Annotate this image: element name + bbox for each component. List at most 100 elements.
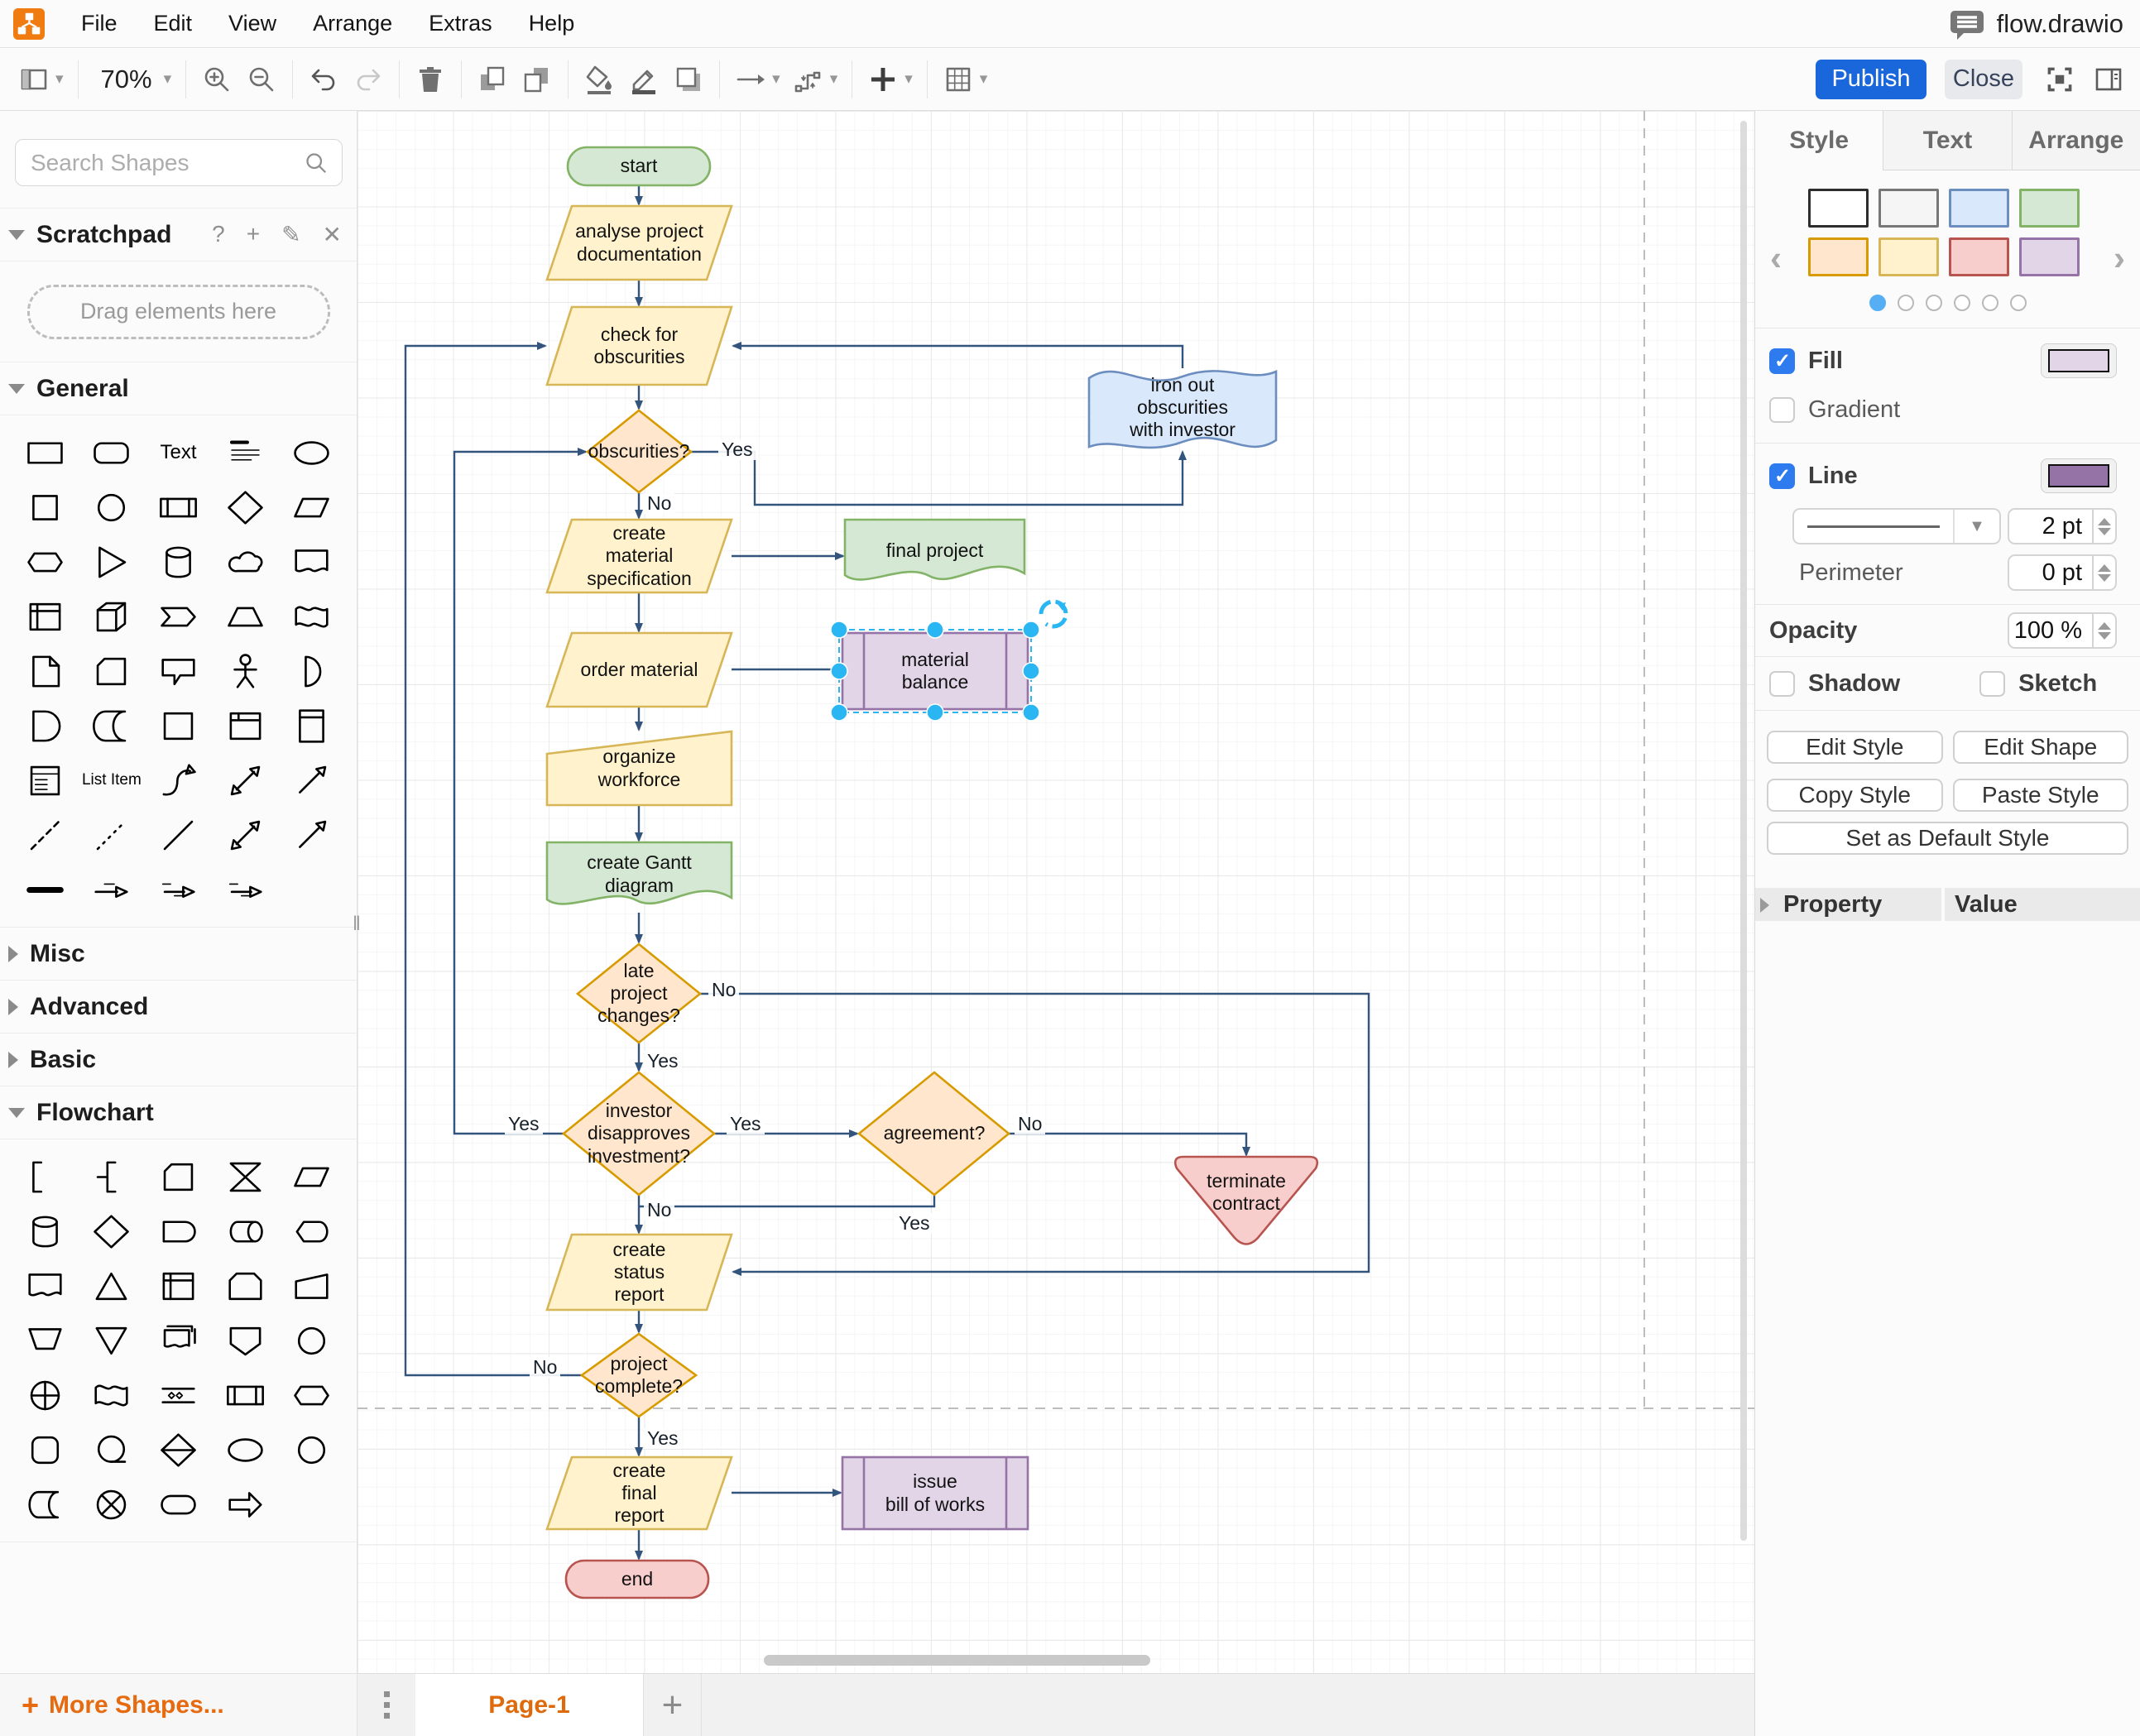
shape-direct-data[interactable] xyxy=(212,1204,279,1259)
shape-terminator[interactable] xyxy=(145,1477,212,1532)
node-label-iron-out[interactable]: iron out obscurities with investor xyxy=(1089,368,1276,447)
to-front-button[interactable] xyxy=(476,63,509,96)
line-width-input[interactable] xyxy=(2008,508,2094,544)
shape-parallelogram[interactable] xyxy=(278,480,345,535)
shape-rounded-rectangle[interactable] xyxy=(79,425,146,480)
shape-arrow-with-label[interactable] xyxy=(79,862,146,917)
shadow-button[interactable] xyxy=(672,63,705,96)
shape-cube[interactable] xyxy=(79,589,146,644)
node-label-start[interactable]: start xyxy=(568,147,710,185)
undo-button[interactable] xyxy=(307,63,340,96)
shape-diamond[interactable] xyxy=(212,480,279,535)
shape-bidirectional-arrow[interactable] xyxy=(212,753,279,808)
add-page-button[interactable]: + xyxy=(644,1674,702,1736)
edge-obscurities-yes-ironout[interactable] xyxy=(691,450,1187,506)
preset-swatch-purple[interactable] xyxy=(2019,237,2080,276)
preset-swatch-white[interactable] xyxy=(1808,189,1869,228)
shape-predefined-process[interactable] xyxy=(212,1368,279,1422)
shape-line[interactable] xyxy=(145,808,212,862)
shape-dotted-line[interactable] xyxy=(79,808,146,862)
shape-stored-data[interactable] xyxy=(12,1477,79,1532)
format-panel-toggle-icon[interactable] xyxy=(2092,63,2125,96)
zoom-select[interactable]: 70% ▾ xyxy=(93,65,172,94)
opacity-input[interactable] xyxy=(2008,612,2094,649)
menu-file[interactable]: File xyxy=(81,11,118,36)
shape-merge[interactable] xyxy=(79,1313,146,1368)
edge-label-investor-yes-left[interactable]: Yes xyxy=(505,1113,543,1135)
shape-paper-tape[interactable] xyxy=(79,1368,146,1422)
shape-database[interactable] xyxy=(12,1204,79,1259)
shape-circle[interactable] xyxy=(79,480,146,535)
vertical-scrollbar[interactable] xyxy=(1740,121,1747,1541)
menu-arrange[interactable]: Arrange xyxy=(313,11,392,36)
perimeter-stepper[interactable] xyxy=(2094,554,2117,591)
pagination-dot-active[interactable] xyxy=(1869,295,1886,311)
more-shapes-button[interactable]: + More Shapes... xyxy=(0,1673,357,1736)
copy-style-button[interactable]: Copy Style xyxy=(1767,779,1943,812)
shape-ellipse[interactable] xyxy=(278,425,345,480)
node-label-end[interactable]: end xyxy=(566,1561,708,1598)
shadow-checkbox[interactable] xyxy=(1769,670,1795,697)
shape-arrow-with-double-label[interactable] xyxy=(212,862,279,917)
node-label-final-project[interactable]: final project xyxy=(845,520,1024,582)
shape-triangle[interactable] xyxy=(79,535,146,589)
section-basic[interactable]: Basic xyxy=(0,1033,357,1086)
shape-callout[interactable] xyxy=(145,644,212,698)
shape-tape[interactable] xyxy=(278,589,345,644)
shape-actor[interactable] xyxy=(212,644,279,698)
shape-and[interactable] xyxy=(12,698,79,753)
shape-link[interactable] xyxy=(12,862,79,917)
shape-heading[interactable] xyxy=(212,425,279,480)
shape-loop-limit[interactable] xyxy=(212,1259,279,1313)
node-label-project-complete[interactable]: project complete? xyxy=(573,1342,704,1408)
shape-fc-start[interactable] xyxy=(212,1422,279,1477)
set-default-style-button[interactable]: Set as Default Style xyxy=(1767,822,2128,855)
pagination-dot[interactable] xyxy=(1925,295,1942,311)
pagination-dot[interactable] xyxy=(1953,295,1970,311)
shape-data-storage[interactable] xyxy=(79,698,146,753)
edge-agreement-no-terminate[interactable] xyxy=(1009,1132,1250,1157)
edge-ironout-check[interactable] xyxy=(732,342,1184,368)
shape-manual-operation[interactable] xyxy=(12,1313,79,1368)
shape-sort[interactable] xyxy=(145,1422,212,1477)
edge-label-latechanges-no[interactable]: No xyxy=(708,979,740,1001)
perimeter-input[interactable] xyxy=(2008,554,2094,591)
fill-color-swatch[interactable] xyxy=(2041,343,2117,378)
shape-card[interactable] xyxy=(79,644,146,698)
shape-text[interactable]: Text xyxy=(145,425,212,480)
delete-button[interactable] xyxy=(414,63,447,96)
shape-off-page-reference[interactable] xyxy=(212,1313,279,1368)
fill-checkbox[interactable] xyxy=(1769,348,1795,374)
node-label-obscurities[interactable]: obscurities? xyxy=(569,435,709,468)
shape-list-item[interactable]: List Item xyxy=(79,753,146,808)
shape-fc-document[interactable] xyxy=(12,1259,79,1313)
menu-help[interactable]: Help xyxy=(529,11,575,36)
menu-extras[interactable]: Extras xyxy=(429,11,492,36)
node-label-status-report[interactable]: create status report xyxy=(547,1235,732,1310)
tab-style[interactable]: Style xyxy=(1755,111,1883,170)
edit-style-button[interactable]: Edit Style xyxy=(1767,731,1943,764)
node-label-issue-bill[interactable]: issue bill of works xyxy=(842,1457,1028,1529)
shape-directional-connector[interactable] xyxy=(278,808,345,862)
scratchpad-help-icon[interactable]: ? xyxy=(212,221,225,248)
presets-next-icon[interactable]: › xyxy=(2114,238,2125,278)
presets-prev-icon[interactable]: ‹ xyxy=(1770,238,1782,278)
sidebar-resize-handle[interactable]: ‖ xyxy=(353,910,362,938)
node-label-create-material-spec[interactable]: create material specification xyxy=(547,520,732,592)
shape-note[interactable] xyxy=(12,644,79,698)
shape-fc-start-2[interactable] xyxy=(278,1422,345,1477)
shape-cloud[interactable] xyxy=(212,535,279,589)
shape-preparation[interactable] xyxy=(278,1368,345,1422)
shape-cylinder[interactable] xyxy=(145,535,212,589)
shape-multi-document[interactable] xyxy=(145,1313,212,1368)
shape-list[interactable] xyxy=(12,753,79,808)
section-misc[interactable]: Misc xyxy=(0,928,357,981)
shape-delay[interactable] xyxy=(145,1204,212,1259)
pagination-dot[interactable] xyxy=(1981,295,1998,311)
shape-transfer[interactable] xyxy=(212,1477,279,1532)
pagination-dot[interactable] xyxy=(1897,295,1914,311)
tab-arrange[interactable]: Arrange xyxy=(2011,111,2140,170)
table-button[interactable]: ▾ xyxy=(942,63,987,96)
rotate-handle-icon[interactable] xyxy=(1039,599,1068,629)
shape-summing-junction[interactable] xyxy=(79,1477,146,1532)
